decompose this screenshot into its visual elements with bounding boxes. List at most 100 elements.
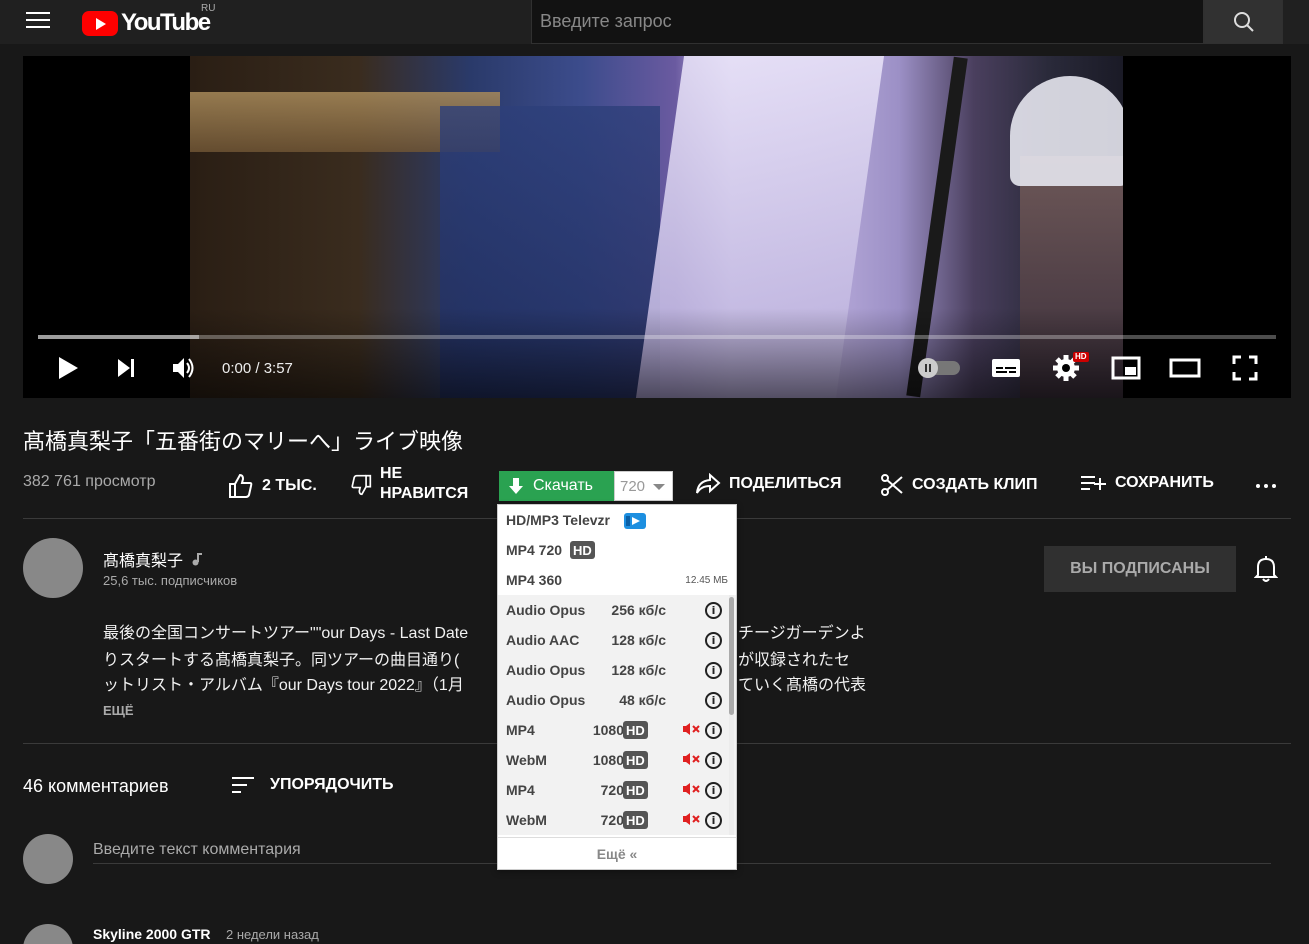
fullscreen-button[interactable] [1228,353,1262,383]
hd-badge: HD [623,751,648,769]
next-button[interactable] [111,353,141,383]
subtitles-button[interactable] [989,353,1023,383]
download-option-video[interactable]: MP4 1080 HD i [498,715,736,745]
subscriber-count: 25,6 тыс. подписчиков [103,573,238,588]
miniplayer-button[interactable] [1109,353,1143,383]
like-button[interactable]: 2 ТЫС. [228,473,317,499]
audio-bitrate: 128 кб/с [611,662,666,678]
create-clip-button[interactable]: СОЗДАТЬ КЛИП [880,473,1038,497]
region-label: RU [201,3,216,14]
search-input[interactable] [532,0,1203,43]
thumbs-down-icon [351,474,372,496]
scissors-icon [881,474,903,496]
volume-button[interactable] [169,353,199,383]
hd-badge: HD [570,541,595,559]
time-display: 0:00 / 3:57 [222,360,293,377]
autoplay-toggle[interactable] [918,358,960,378]
progress-fill [38,335,199,339]
search-box [531,0,1204,44]
miniplayer-icon [1111,356,1141,380]
commenter-avatar[interactable] [23,924,73,944]
search-button[interactable] [1204,0,1283,44]
download-button[interactable]: Скачать [499,471,614,501]
hd-badge: HD [623,721,648,739]
video-format: MP4 [506,782,535,798]
sort-button[interactable]: УПОРЯДОЧИТЬ [232,775,394,795]
save-label: СОХРАНИТЬ [1115,474,1214,491]
info-icon[interactable]: i [705,722,722,739]
theater-icon [1169,358,1201,378]
audio-format: Audio Opus [506,602,586,618]
info-icon[interactable]: i [705,752,722,769]
user-avatar [23,834,73,884]
comments-count: 46 комментариев [23,776,169,796]
audio-bitrate: 256 кб/с [611,602,666,618]
notification-bell[interactable] [1253,555,1279,588]
subscribed-button[interactable]: ВЫ ПОДПИСАНЫ [1044,546,1236,592]
dropdown-scrollbar[interactable] [729,595,734,835]
playlist-add-icon [1081,476,1106,490]
info-icon[interactable]: i [705,812,722,829]
file-size: 12.45 МБ [685,575,728,586]
download-option-audio[interactable]: Audio Opus 128 кб/с i [498,655,736,685]
info-icon[interactable]: i [705,692,722,709]
top-bar: YouTube RU [0,0,1309,44]
play-button[interactable] [53,353,83,383]
progress-bar[interactable] [38,335,1276,339]
youtube-logo[interactable]: YouTube [82,9,211,37]
download-option-video[interactable]: MP4 720 HD i [498,775,736,805]
quality-value: 720 [620,477,646,495]
description-line-1-end: チージガーデンよ [738,625,866,642]
clip-label: СОЗДАТЬ КЛИП [912,476,1038,493]
bell-icon [1253,556,1279,582]
video-format: WebM [506,812,547,828]
download-more-button[interactable]: Ещё « [498,837,736,869]
more-actions-button[interactable] [1255,474,1277,496]
download-option-audio[interactable]: Audio AAC 128 кб/с i [498,625,736,655]
description-line-2: りスタートする髙橋真梨子。同ツアーの曲目通り( [103,652,460,669]
download-arrow-icon [509,478,523,494]
download-option-video[interactable]: WebM 720 HD i [498,805,736,835]
like-count: 2 ТЫС. [262,477,317,494]
quality-select[interactable]: 720 [614,471,673,501]
audio-format: Audio AAC [506,632,580,648]
search-icon [1233,11,1254,32]
description-line-1: 最後の全国コンサートツアー""our Days - Last Date [103,625,469,642]
channel-name[interactable]: 髙橋真梨子 [103,547,203,571]
dislike-button[interactable]: НЕ НРАВИТСЯ [350,464,468,504]
audio-format: Audio Opus [506,662,586,678]
download-option-mp4-360[interactable]: MP4 360 12.45 МБ [498,565,736,595]
youtube-play-icon [82,10,118,36]
save-button[interactable]: СОХРАНИТЬ [1081,473,1214,493]
menu-icon[interactable] [26,12,50,32]
theater-mode-button[interactable] [1168,353,1202,383]
comment-author[interactable]: Skyline 2000 GTR [93,926,211,942]
share-button[interactable]: ПОДЕЛИТЬСЯ [695,473,841,495]
download-option-audio[interactable]: Audio Opus 256 кб/с i [498,595,736,625]
hd-badge: HD [623,781,648,799]
download-widget: Скачать 720 [499,471,673,501]
show-more-link[interactable]: ЕЩЁ [103,703,134,718]
muted-audio-icon [682,812,700,829]
subtitles-icon [992,359,1020,377]
more-horizontal-icon [1256,484,1276,488]
video-format: MP4 [506,722,535,738]
music-note-icon [192,553,203,566]
description-line-3-end: ていく髙橋の代表 [738,677,867,694]
muted-audio-icon [682,722,700,739]
thumbs-up-icon [229,473,253,498]
channel-avatar[interactable] [23,538,83,598]
info-icon[interactable]: i [705,782,722,799]
comment-timestamp[interactable]: 2 недели назад [226,927,319,942]
download-option-televzr[interactable]: HD/MP3 Televzr [498,505,736,535]
info-icon[interactable]: i [705,662,722,679]
info-icon[interactable]: i [705,632,722,649]
download-option-audio[interactable]: Audio Opus 48 кб/с i [498,685,736,715]
description-line-3: ットリスト・アルバム『our Days tour 2022』（1月 [103,677,464,694]
info-icon[interactable]: i [705,602,722,619]
download-option-mp4-720[interactable]: MP4 720 HD [498,535,736,565]
video-format: WebM [506,752,547,768]
video-player[interactable]: 0:00 / 3:57 HD [23,56,1291,398]
play-icon [59,357,78,379]
download-option-video[interactable]: WebM 1080 HD i [498,745,736,775]
